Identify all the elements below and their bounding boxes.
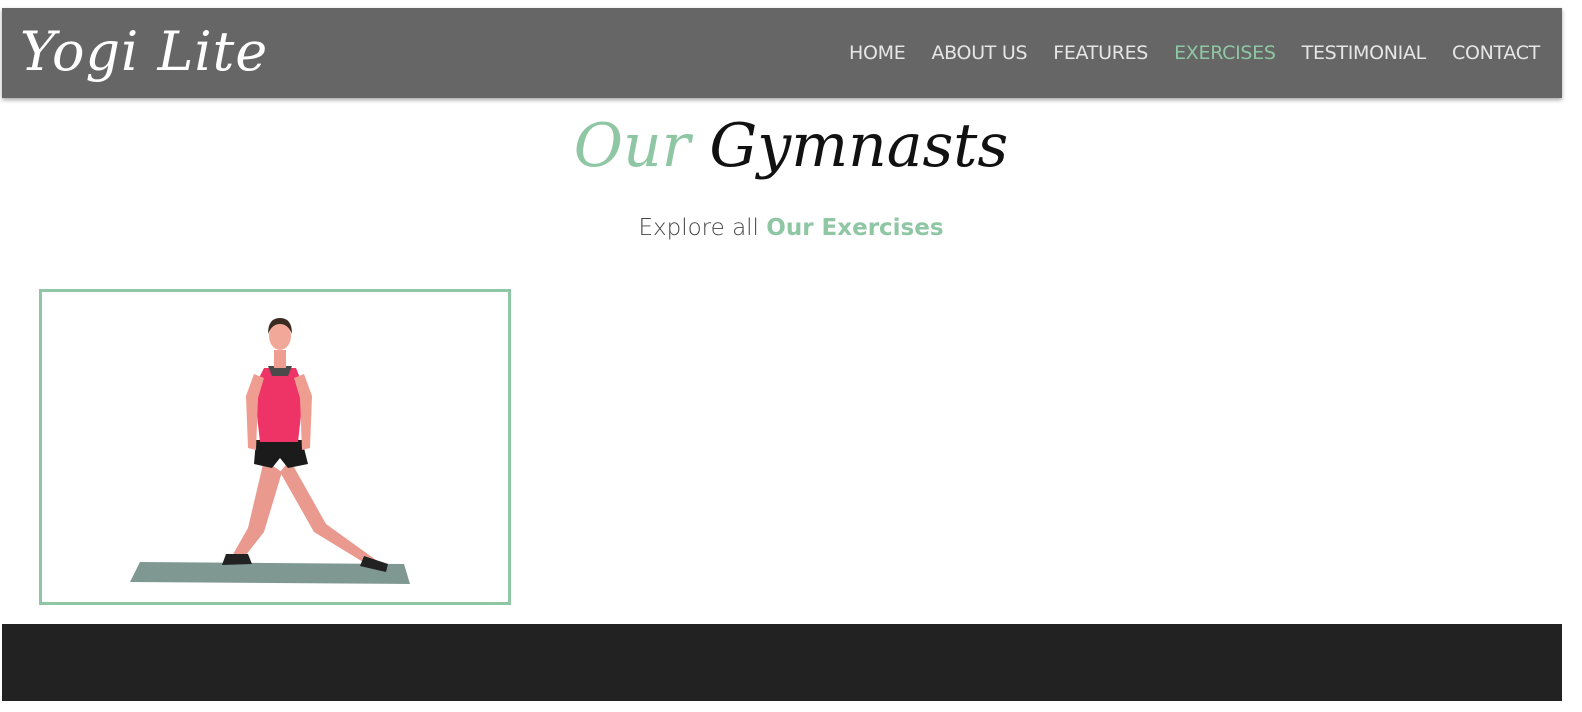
site-logo[interactable]: Yogi Lite xyxy=(20,14,268,90)
nav-item-about-us[interactable]: ABOUT US xyxy=(931,42,1027,64)
section-title: Our Gymnasts xyxy=(0,104,1582,188)
nav-item-contact[interactable]: CONTACT xyxy=(1452,42,1540,64)
gymnast-photo-icon xyxy=(42,292,508,602)
subtitle-prefix: Explore all xyxy=(638,215,759,241)
section-subtitle: Explore all Our Exercises xyxy=(0,212,1582,244)
subtitle-highlight: Our Exercises xyxy=(766,215,944,241)
nav-item-exercises[interactable]: EXERCISES xyxy=(1174,42,1276,64)
page: Yogi Lite HOME ABOUT US FEATURES EXERCIS… xyxy=(0,0,1582,712)
section-title-accent: Our xyxy=(573,111,691,181)
nav-item-features[interactable]: FEATURES xyxy=(1053,42,1148,64)
nav-item-home[interactable]: HOME xyxy=(849,42,906,64)
main-nav: HOME ABOUT US FEATURES EXERCISES TESTIMO… xyxy=(823,8,1540,98)
exercise-card[interactable] xyxy=(39,289,511,605)
footer xyxy=(2,624,1562,701)
navbar: Yogi Lite HOME ABOUT US FEATURES EXERCIS… xyxy=(2,8,1562,98)
section-title-main: Gymnasts xyxy=(709,111,1009,181)
nav-item-testimonial[interactable]: TESTIMONIAL xyxy=(1302,42,1427,64)
